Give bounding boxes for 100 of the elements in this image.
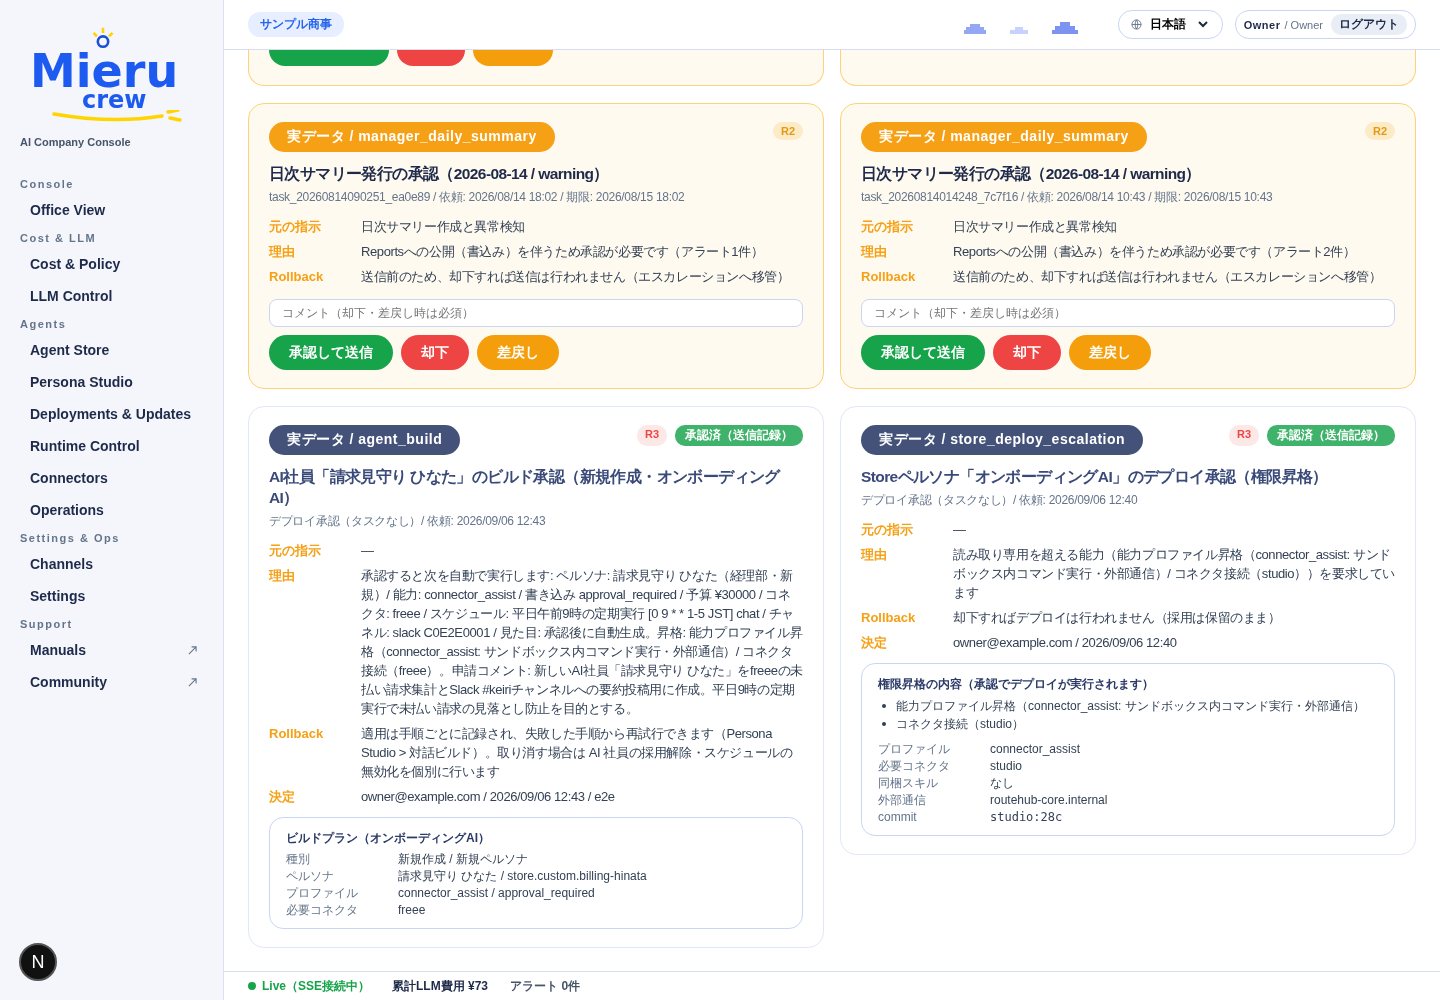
action-button[interactable]: 却下	[993, 335, 1061, 370]
source-tag: 実データ / agent_build	[269, 425, 461, 455]
console-subtitle: AI Company Console	[20, 136, 132, 148]
nav-item[interactable]: Settings	[0, 580, 223, 612]
nav-item[interactable]: Manuals	[0, 634, 223, 666]
risk-badge: R3	[1228, 425, 1259, 446]
globe-icon	[1130, 19, 1142, 30]
card-title: Storeペルソナ「オンボーディングAI」のデプロイ承認（権限昇格）	[861, 467, 1329, 487]
detail-label: 種別	[286, 851, 311, 867]
nav-section-title: Cost & LLM	[20, 232, 98, 244]
comment-field[interactable]: コメント（却下・差戻し時は必須）	[269, 299, 803, 327]
field-value: owner@example.com / 2026/09/06 12:40	[953, 634, 1178, 652]
detail-label: プロファイル	[878, 741, 951, 757]
detail-label: 必要コネクタ	[286, 902, 359, 918]
field-label: 理由	[861, 546, 888, 564]
field-value: 読み取り専用を超える能力（能力プロファイル昇格（connector_assist: サンドボックス内コマンド実行・外部通信）/ コネクタ接続（studio））を要求しています	[953, 546, 1395, 602]
field-label: 元の指示	[861, 218, 914, 236]
language-select[interactable]: 日本語	[1117, 10, 1223, 39]
action-button[interactable]	[269, 50, 389, 66]
detail-value: connector_assist	[990, 741, 1082, 757]
nav-item[interactable]: Community	[0, 666, 223, 698]
field-label: 理由	[269, 243, 296, 261]
nav-item[interactable]: Operations	[0, 494, 223, 526]
action-button[interactable]	[397, 50, 465, 66]
field-value: —	[953, 521, 967, 539]
chevron-down-icon	[1197, 21, 1208, 28]
risk-badge: R2	[1364, 122, 1395, 140]
external-link-icon	[188, 645, 197, 655]
detail-label: 外部通信	[878, 792, 927, 808]
bullet-item: コネクタ接続（studio）	[896, 716, 1025, 733]
bullet-icon	[882, 722, 886, 726]
user-name: Owner	[1243, 18, 1281, 31]
nav-item[interactable]: Cost & Policy	[0, 248, 223, 280]
bullet-item: 能力プロファイル昇格（connector_assist: サンドボックス内コマンド実行・外部通信）	[896, 698, 1365, 715]
dev-tools-button[interactable]: N	[19, 943, 57, 981]
field-value: 却下すればデプロイは行われません（採用は保留のまま）	[953, 609, 1282, 627]
source-tag: 実データ / store_deploy_escalation	[861, 425, 1144, 455]
nav-section-title: Agents	[20, 318, 68, 330]
card-title: 日次サマリー発行の承認（2026-08-14 / warning）	[269, 164, 610, 184]
connection-status: Live（SSE接続中）	[262, 977, 371, 995]
field-value: 日次サマリー作成と異常検知	[953, 218, 1118, 236]
bullet-icon	[882, 704, 886, 708]
field-label: Rollback	[861, 268, 917, 286]
field-label: Rollback	[269, 268, 325, 286]
nav-section-title: Settings & Ops	[20, 532, 121, 544]
pixel-stack-icon	[1009, 26, 1028, 34]
nav-item[interactable]: Deployments & Updates	[0, 398, 223, 430]
nav-item[interactable]: Office View	[0, 194, 223, 226]
pixel-stack-icon	[1051, 21, 1078, 34]
field-value: Reportsへの公開（書込み）を伴うため承認が必要です（アラート2件）	[953, 243, 1357, 261]
external-link-icon	[188, 677, 197, 687]
detail-label: プロファイル	[286, 885, 359, 901]
field-label: Rollback	[269, 725, 325, 743]
action-button[interactable]	[473, 50, 553, 66]
card-title: 日次サマリー発行の承認（2026-08-14 / warning）	[861, 164, 1202, 184]
nav-item[interactable]: Channels	[0, 548, 223, 580]
source-tag: 実データ / manager_daily_summary	[269, 122, 555, 152]
detail-label: commit	[878, 809, 918, 825]
card-meta: task_20260814090251_ea0e89 / 依頼: 2026/08/14 18:02 / 期限: 2026/08/15 18:02	[269, 189, 686, 206]
nav-item[interactable]: LLM Control	[0, 280, 223, 312]
nav-section-title: Console	[20, 178, 75, 190]
detail-value: studio	[990, 758, 1024, 774]
detail-value: studio:28c	[990, 809, 1064, 825]
detail-label: 同梱スキル	[878, 775, 939, 791]
source-tag: 実データ / manager_daily_summary	[861, 122, 1147, 152]
field-label: 元の指示	[269, 542, 322, 560]
detail-title: 権限昇格の内容（承認でデプロイが実行されます）	[878, 676, 1155, 693]
user-role: / Owner	[1284, 18, 1323, 31]
nav-item[interactable]: Runtime Control	[0, 430, 223, 462]
field-label: 決定	[269, 788, 296, 806]
field-value: 適用は手順ごとに記録され、失敗した手順から再試行できます（Persona Studio > 対話ビルド）。取り消す場合は AI 社員の採用解除・スケジュールの無効化を個別に行います	[361, 725, 794, 781]
field-value: owner@example.com / 2026/09/06 12:43 / e2e	[361, 788, 616, 806]
detail-value: routehub-core.internal	[990, 792, 1109, 808]
company-badge: サンプル商事	[248, 12, 344, 37]
nav-item[interactable]: Persona Studio	[0, 366, 223, 398]
card-meta: デプロイ承認（タスクなし）/ 依頼: 2026/09/06 12:43	[269, 513, 547, 530]
field-value: 日次サマリー作成と異常検知	[361, 218, 526, 236]
detail-label: 必要コネクタ	[878, 758, 951, 774]
nav-item[interactable]: Connectors	[0, 462, 223, 494]
card-meta: デプロイ承認（タスクなし）/ 依頼: 2026/09/06 12:40	[861, 492, 1139, 509]
field-value: 送信前のため、却下すれば送信は行われません（エスカレーションへ移管）	[361, 268, 791, 286]
nav-item[interactable]: Agent Store	[0, 334, 223, 366]
card-title: AI社員「請求見守り ひなた」のビルド承認（新規作成・オンボーディングAI）	[269, 467, 782, 508]
field-value: —	[361, 542, 375, 560]
field-label: 元の指示	[269, 218, 322, 236]
field-value: Reportsへの公開（書込み）を伴うため承認が必要です（アラート1件）	[361, 243, 765, 261]
swoosh-icon	[52, 110, 182, 122]
risk-badge: R3	[636, 425, 667, 446]
detail-label: ペルソナ	[286, 868, 335, 884]
field-label: 理由	[269, 567, 296, 585]
detail-title: ビルドプラン（オンボーディングAI）	[286, 830, 491, 847]
detail-value: 請求見守り ひなた / store.custom.billing-hinata	[398, 868, 648, 884]
action-button[interactable]: 却下	[401, 335, 469, 370]
detail-value: connector_assist / approval_required	[398, 885, 596, 901]
field-value: 送信前のため、却下すれば送信は行われません（エスカレーションへ移管）	[953, 268, 1383, 286]
pixel-stack-icon	[963, 23, 986, 34]
comment-field[interactable]: コメント（却下・差戻し時は必須）	[861, 299, 1395, 327]
logout-button[interactable]: ログアウト	[1331, 14, 1407, 35]
status-badge: 承認済（送信記録）	[675, 425, 803, 446]
status-badge: 承認済（送信記録）	[1267, 425, 1395, 446]
